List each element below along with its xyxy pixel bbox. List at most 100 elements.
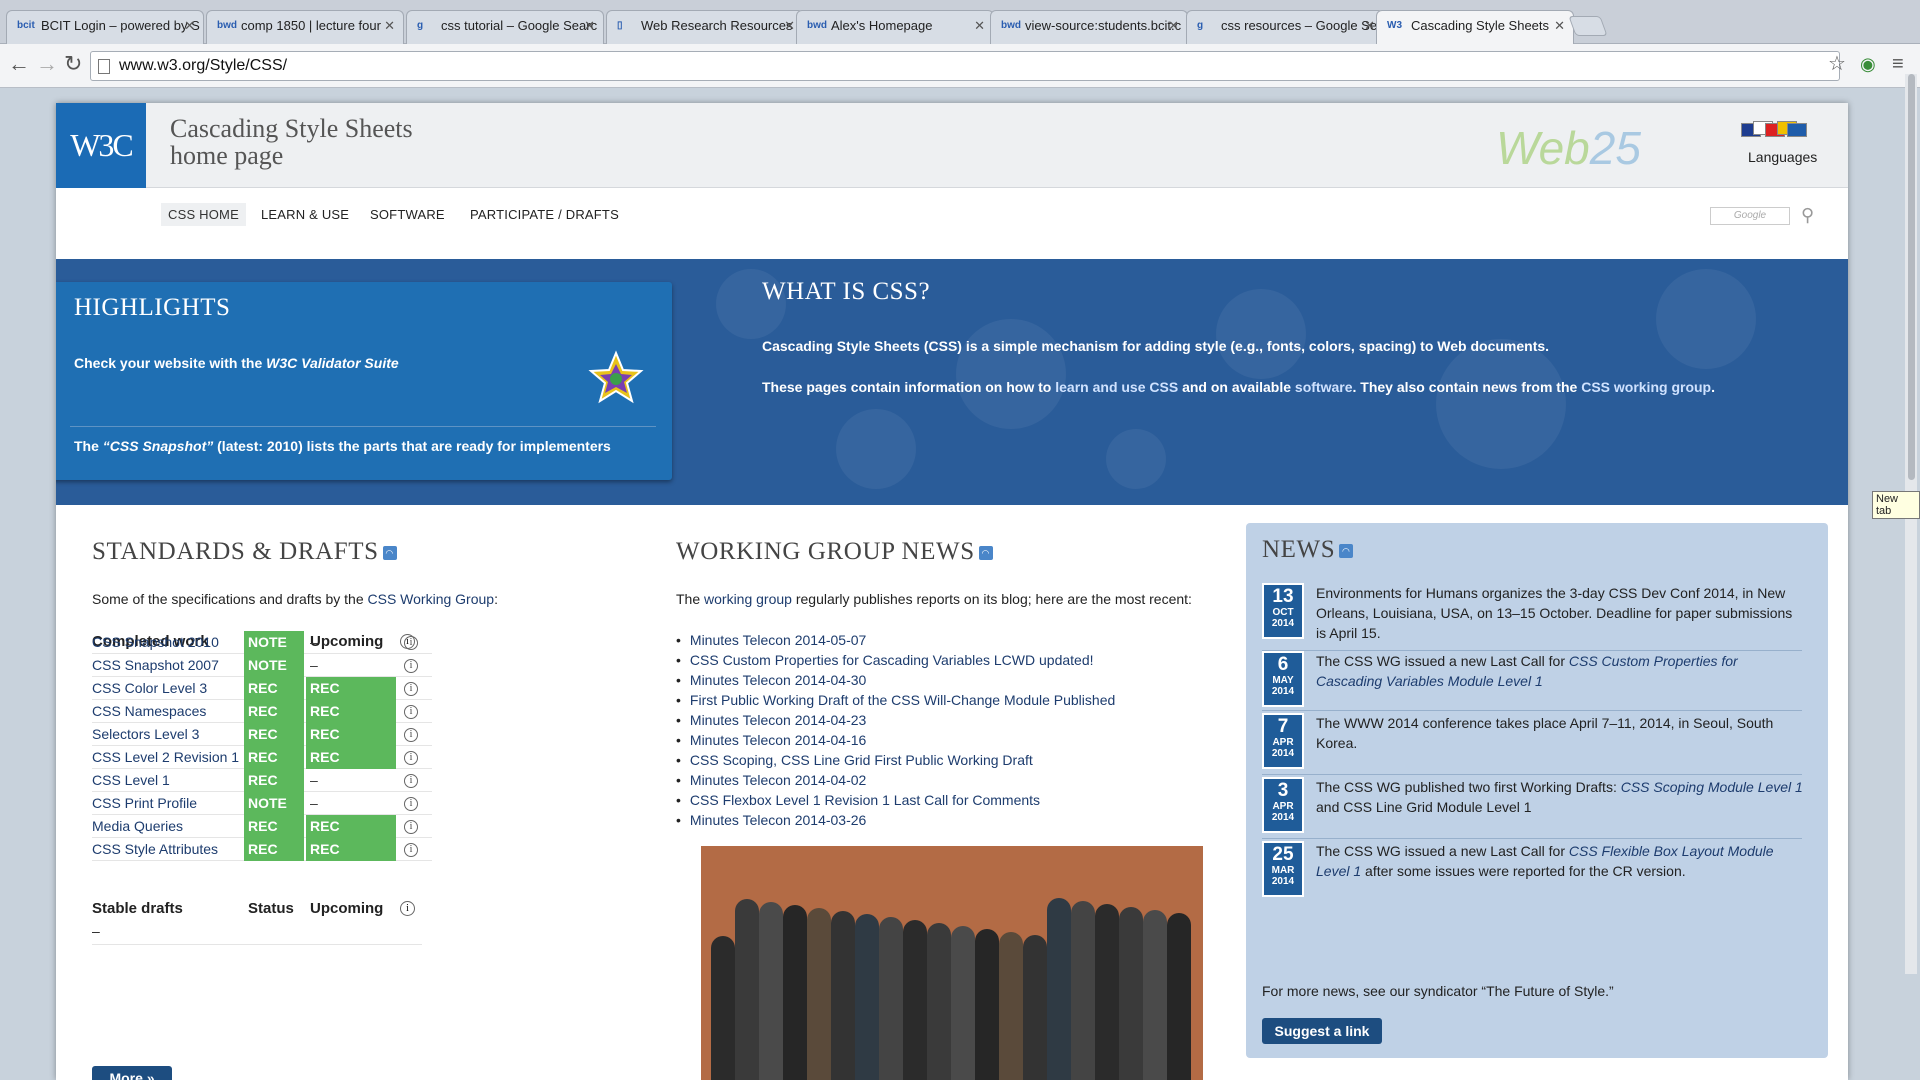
extension-icon[interactable]: ◉ — [1860, 52, 1876, 76]
wg-news-link[interactable]: Minutes Telecon 2014-04-23 — [676, 710, 1236, 730]
working-group-link[interactable]: CSS Working Group — [368, 591, 495, 607]
highlights-panel: HIGHLIGHTS Check your website with the W… — [56, 282, 672, 480]
info-icon[interactable]: i — [404, 636, 418, 650]
date-d: 3 — [1277, 780, 1289, 801]
scrollbar-thumb[interactable] — [1908, 74, 1915, 480]
tab-view-source[interactable]: bwd view-source:students.bcit.c ✕ — [990, 10, 1188, 44]
wg-news-link[interactable]: Minutes Telecon 2014-05-07 — [676, 630, 1236, 650]
wg-news-link[interactable]: CSS Flexbox Level 1 Revision 1 Last Call… — [676, 790, 1236, 810]
wg-news-link[interactable]: CSS Custom Properties for Cascading Vari… — [676, 650, 1236, 670]
menu-software[interactable]: SOFTWARE — [363, 203, 452, 226]
status-badge: NOTE — [244, 792, 304, 815]
search-icon[interactable]: ⚲ — [1801, 205, 1814, 226]
wg-news-link[interactable]: Minutes Telecon 2014-04-16 — [676, 730, 1236, 750]
new-tab-button[interactable] — [1568, 16, 1608, 36]
tab-web-research[interactable]: ▯ Web Research Resources ✕ — [606, 10, 804, 44]
suggest-link-button[interactable]: Suggest a link — [1262, 1018, 1382, 1044]
close-icon[interactable]: ✕ — [1168, 11, 1179, 41]
spec-link[interactable]: Selectors Level 3 — [92, 723, 242, 746]
menu-participate[interactable]: PARTICIPATE / DRAFTS — [463, 203, 626, 226]
wg-news-link[interactable]: Minutes Telecon 2014-04-02 — [676, 770, 1236, 790]
close-icon[interactable]: ✕ — [584, 11, 595, 41]
snapshot-link[interactable]: “CSS Snapshot” — [103, 438, 213, 454]
tab-css-resources[interactable]: g css resources – Google Sea ✕ — [1186, 10, 1384, 44]
spec-link[interactable]: CSS Level 2 Revision 1 — [92, 746, 242, 769]
tab-bcit-login[interactable]: bcit BCIT Login – powered by S ✕ — [6, 10, 204, 44]
close-icon[interactable]: ✕ — [1364, 11, 1375, 41]
wg-news-list: Minutes Telecon 2014-05-07CSS Custom Pro… — [676, 630, 1236, 830]
tab-cascading-style-sheets[interactable]: W3 Cascading Style Sheets ✕ — [1376, 10, 1574, 44]
menu-icon[interactable]: ≡ — [1892, 52, 1904, 76]
info-icon[interactable]: i — [404, 820, 418, 834]
menu-css-home[interactable]: CSS HOME — [161, 203, 246, 226]
what-is-css-p1: Cascading Style Sheets (CSS) is a simple… — [762, 338, 1550, 354]
tab-comp1850[interactable]: bwd comp 1850 | lecture four ✕ — [206, 10, 404, 44]
standards-row: CSS Style Attributes REC REC i — [92, 838, 432, 861]
rss-icon[interactable]: ◠ — [382, 546, 397, 561]
title-line: Cascading Style Sheets — [170, 114, 413, 143]
forward-icon[interactable]: → — [36, 52, 58, 76]
w3c-logo[interactable]: W3C — [56, 103, 146, 188]
date-m: MAR — [1271, 865, 1295, 876]
back-icon[interactable]: ← — [8, 52, 30, 76]
text: Some of the specifications and drafts by… — [92, 591, 364, 607]
date-badge: 3 APR 2014 — [1262, 777, 1304, 833]
spec-link[interactable]: CSS Namespaces — [92, 700, 242, 723]
close-icon[interactable]: ✕ — [974, 11, 985, 41]
spec-link[interactable]: CSS Color Level 3 — [92, 677, 242, 700]
close-icon[interactable]: ✕ — [184, 11, 195, 41]
learn-link[interactable]: learn and use CSS — [1055, 379, 1178, 395]
date-d: 25 — [1272, 844, 1294, 865]
wg-news-link[interactable]: Minutes Telecon 2014-03-26 — [676, 810, 1236, 830]
search-input[interactable]: Google — [1710, 207, 1790, 225]
info-icon[interactable]: i — [404, 659, 418, 673]
close-icon[interactable]: ✕ — [1554, 11, 1565, 41]
text: The CSS WG issued a new Last Call for — [1316, 843, 1569, 859]
spec-link[interactable]: CSS Print Profile — [92, 792, 242, 815]
info-icon[interactable]: i — [404, 751, 418, 765]
stable-row: – — [92, 923, 422, 945]
working-group-link[interactable]: CSS working group — [1581, 379, 1711, 395]
languages-link[interactable]: Languages — [1748, 149, 1817, 165]
upcoming-badge: REC — [306, 700, 396, 723]
spec-link[interactable]: CSS Level 1 — [92, 769, 242, 792]
more-button[interactable]: More » — [92, 1066, 172, 1080]
what-is-css-p2: These pages contain information on how t… — [762, 379, 1715, 395]
standards-row: CSS Snapshot 2010 NOTE – i — [92, 631, 432, 654]
tab-css-tutorial[interactable]: g css tutorial – Google Searc ✕ — [406, 10, 604, 44]
decor-circle — [956, 319, 1066, 429]
close-icon[interactable]: ✕ — [784, 11, 795, 41]
tab-alex-homepage[interactable]: bwd Alex's Homepage ✕ — [796, 10, 994, 44]
reload-icon[interactable]: ↻ — [64, 52, 82, 76]
news-link[interactable]: CSS Scoping Module Level 1 — [1621, 779, 1803, 795]
person-figure — [1167, 913, 1191, 1080]
text: : — [494, 591, 498, 607]
bookmark-star-icon[interactable]: ☆ — [1828, 52, 1846, 76]
wg-news-link[interactable]: First Public Working Draft of the CSS Wi… — [676, 690, 1236, 710]
highlights-title: HIGHLIGHTS — [74, 294, 231, 321]
working-group-link[interactable]: working group — [704, 591, 792, 607]
web25-logo[interactable]: Web25 — [1496, 121, 1641, 175]
menu-learn-use[interactable]: LEARN & USE — [254, 203, 356, 226]
info-icon[interactable]: i — [400, 901, 415, 916]
address-bar[interactable]: www.w3.org/Style/CSS/ — [90, 51, 1840, 81]
spec-link[interactable]: CSS Snapshot 2010 — [92, 631, 242, 654]
close-icon[interactable]: ✕ — [384, 11, 395, 41]
spec-link[interactable]: CSS Snapshot 2007 — [92, 654, 242, 677]
spec-link[interactable]: CSS Style Attributes — [92, 838, 242, 861]
rss-icon[interactable]: ◠ — [978, 546, 993, 561]
software-link[interactable]: software — [1295, 379, 1353, 395]
info-icon[interactable]: i — [404, 728, 418, 742]
wg-news-link[interactable]: Minutes Telecon 2014-04-30 — [676, 670, 1236, 690]
info-icon[interactable]: i — [404, 774, 418, 788]
rss-icon[interactable]: ◠ — [1339, 544, 1354, 559]
validator-star-icon[interactable] — [588, 350, 644, 406]
info-icon[interactable]: i — [404, 843, 418, 857]
info-icon[interactable]: i — [404, 797, 418, 811]
validator-link[interactable]: W3C Validator Suite — [266, 355, 399, 371]
flags-icon[interactable] — [1741, 119, 1807, 141]
info-icon[interactable]: i — [404, 682, 418, 696]
info-icon[interactable]: i — [404, 705, 418, 719]
wg-news-link[interactable]: CSS Scoping, CSS Line Grid First Public … — [676, 750, 1236, 770]
spec-link[interactable]: Media Queries — [92, 815, 242, 838]
